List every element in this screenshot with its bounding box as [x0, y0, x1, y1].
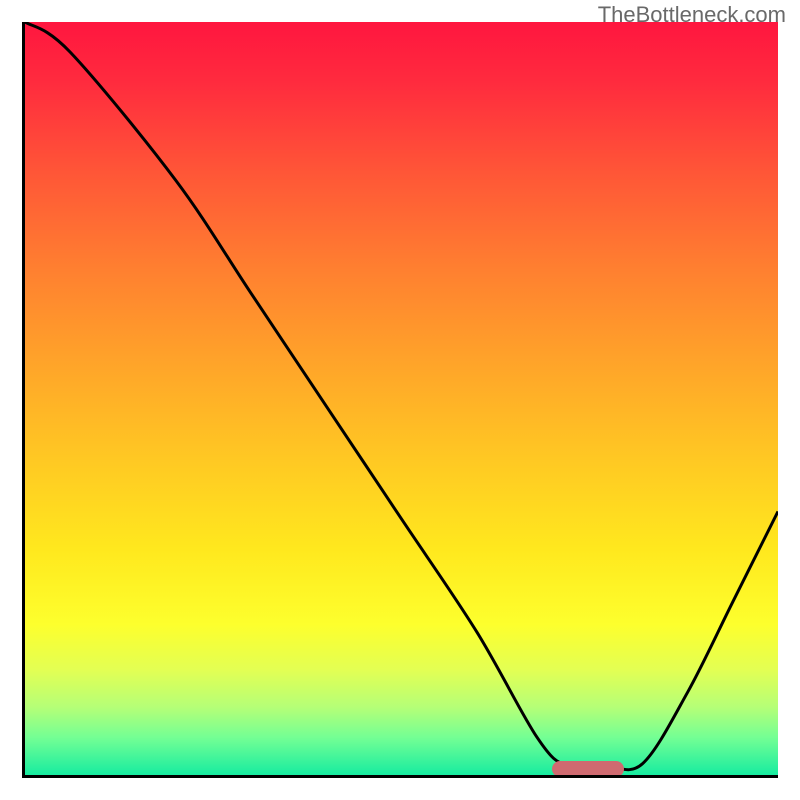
chart-highlight-marker	[552, 761, 624, 777]
chart-line-series	[25, 22, 778, 775]
watermark-text: TheBottleneck.com	[598, 2, 786, 28]
chart-plot-area	[22, 22, 778, 778]
